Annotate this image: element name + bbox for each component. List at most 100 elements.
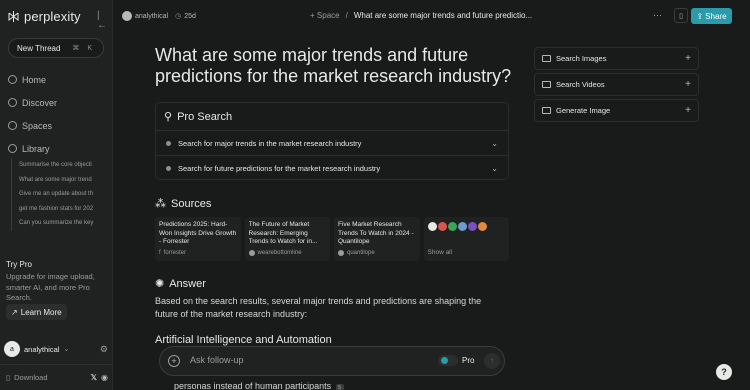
source-site: wearebottomline: [257, 250, 302, 256]
library-thread-item[interactable]: What are some major trend: [19, 173, 104, 188]
search-videos-label: Search Videos: [556, 80, 605, 89]
source-site: quantilope: [347, 250, 375, 256]
generate-image-label: Generate Image: [556, 106, 611, 115]
discord-icon[interactable]: ◉: [101, 373, 108, 382]
answer-header: ✺ Answer: [155, 277, 206, 291]
source-title: Predictions 2025: Hard-Won Insights Driv…: [159, 221, 237, 245]
library-thread-item[interactable]: Summarise the core objecti: [19, 158, 104, 173]
source-favicons: [427, 222, 506, 231]
source-favicon-icon: [437, 222, 447, 231]
learn-more-button[interactable]: ↗ Learn More: [6, 304, 67, 320]
attach-plus-icon[interactable]: +: [168, 355, 180, 367]
sources-list: Predictions 2025: Hard-Won Insights Driv…: [155, 217, 509, 261]
sidebar-item-home[interactable]: Home: [8, 68, 108, 91]
pro-toggle[interactable]: Pro: [438, 355, 474, 366]
sources-title: Sources: [171, 197, 212, 210]
topbar: analythical ◷ 25d + Space / What are som…: [113, 0, 750, 32]
add-to-space-button[interactable]: + Space: [310, 11, 340, 20]
try-pro-promo: Try Pro Upgrade for image upload, smarte…: [6, 260, 108, 304]
site-favicon-icon: [338, 250, 344, 256]
source-card[interactable]: The Future of Market Research: Emerging …: [244, 217, 330, 261]
more-options-icon[interactable]: ···: [653, 10, 662, 20]
sidebar-item-library[interactable]: Library: [8, 137, 108, 160]
share-label: Share: [705, 11, 727, 21]
share-button[interactable]: ⇪ Share: [691, 8, 732, 24]
generate-image-button[interactable]: Generate Image +: [534, 99, 699, 122]
sidebar-divider: [0, 364, 113, 365]
logo[interactable]: perplexity: [7, 9, 81, 24]
sidebar-nav: Home Discover Spaces Library: [8, 68, 108, 160]
x-icon[interactable]: 𝕏: [91, 373, 97, 382]
pro-search-step-label: Search for future predictions for the ma…: [178, 164, 381, 173]
show-all-label: Show all: [427, 249, 453, 256]
source-favicon-icon: [447, 222, 457, 231]
plus-icon: +: [685, 79, 691, 90]
pro-search-panel: ⚲ Pro Search Search for major trends in …: [155, 102, 509, 180]
user-menu[interactable]: a analythical ⌄ ⚙: [4, 340, 108, 358]
source-favicon-icon: [477, 222, 487, 231]
perplexity-logo-icon: [8, 11, 19, 22]
search-videos-button[interactable]: Search Videos +: [534, 73, 699, 96]
search-images-button[interactable]: Search Images +: [534, 47, 699, 70]
source-card[interactable]: Five Market Research Trends To Watch in …: [334, 217, 420, 261]
pro-search-step-label: Search for major trends in the market re…: [178, 139, 362, 148]
pro-search-step[interactable]: Search for major trends in the market re…: [156, 130, 508, 156]
source-favicon-icon: [427, 222, 437, 231]
download-icon: ▯: [6, 372, 11, 382]
pro-search-icon: ⚲: [164, 111, 173, 123]
source-favicon-icon: [467, 222, 477, 231]
step-dot-icon: [166, 166, 171, 171]
arrow-up-right-icon: ↗: [11, 307, 18, 317]
chevron-down-icon: ⌄: [491, 164, 498, 173]
new-thread-label: New Thread: [17, 43, 61, 53]
answer-title: Answer: [169, 277, 206, 290]
answer-list-text: personas instead of human participants: [174, 381, 332, 390]
library-thread-item[interactable]: get me fashion stats for 202: [19, 202, 104, 217]
source-meta: wearebottomline: [248, 250, 302, 256]
show-all-sources-card[interactable]: Show all: [423, 217, 509, 261]
download-link[interactable]: Download: [14, 373, 47, 382]
pro-search-header: ⚲ Pro Search: [164, 110, 232, 124]
sidebar-item-discover[interactable]: Discover: [8, 91, 108, 114]
plus-icon: +: [685, 53, 691, 64]
answer-text: Based on the search results, several maj…: [155, 296, 482, 319]
new-thread-button[interactable]: New Thread ⌘ K: [8, 38, 104, 58]
home-icon: [8, 75, 17, 84]
share-icon: ⇪: [696, 11, 704, 21]
try-pro-description: Upgrade for image upload, smarter AI, an…: [6, 272, 95, 302]
send-arrow-icon[interactable]: ↑: [484, 353, 500, 369]
collapse-sidebar-icon[interactable]: |←: [97, 11, 107, 31]
library-thread-item[interactable]: Can you summarize the key: [19, 216, 104, 231]
sources-icon: ⁂: [155, 198, 166, 210]
avatar: [122, 11, 132, 21]
space-owner-badge[interactable]: analythical ◷ 25d: [122, 11, 196, 21]
pro-toggle-label: Pro: [462, 356, 475, 365]
try-pro-title: Try Pro: [6, 260, 32, 269]
source-favicon-icon: [457, 222, 467, 231]
pro-search-step[interactable]: Search for future predictions for the ma…: [156, 155, 508, 181]
help-button[interactable]: ?: [716, 364, 732, 380]
source-title: The Future of Market Research: Emerging …: [248, 221, 318, 245]
avatar: a: [4, 341, 20, 357]
source-card[interactable]: Predictions 2025: Hard-Won Insights Driv…: [155, 217, 241, 261]
user-name: analythical: [24, 344, 60, 354]
pro-toggle-switch[interactable]: [438, 355, 458, 366]
sidebar-item-spaces[interactable]: Spaces: [8, 114, 108, 137]
follow-up-input[interactable]: [190, 355, 390, 365]
answer-list-item: personas instead of human participants 5: [174, 381, 344, 390]
brand-name: perplexity: [24, 9, 81, 24]
citation-badge[interactable]: 5: [335, 384, 344, 390]
source-meta: quantilope: [338, 250, 375, 256]
thread-title: What are some major trends and future pr…: [353, 11, 533, 20]
spaces-icon: [8, 121, 17, 130]
library-thread-list: Summarise the core objecti What are some…: [11, 158, 104, 231]
sidebar-item-label: Discover: [22, 97, 58, 108]
site-favicon-icon: [248, 250, 255, 256]
library-icon: [8, 144, 17, 153]
image-icon: [542, 55, 551, 62]
gear-icon[interactable]: ⚙: [100, 344, 108, 355]
breadcrumb-separator: /: [345, 11, 348, 20]
library-thread-item[interactable]: Give me an update about th: [19, 187, 104, 202]
bookmark-icon[interactable]: ▯: [674, 8, 688, 23]
source-site: forrester: [163, 250, 187, 256]
